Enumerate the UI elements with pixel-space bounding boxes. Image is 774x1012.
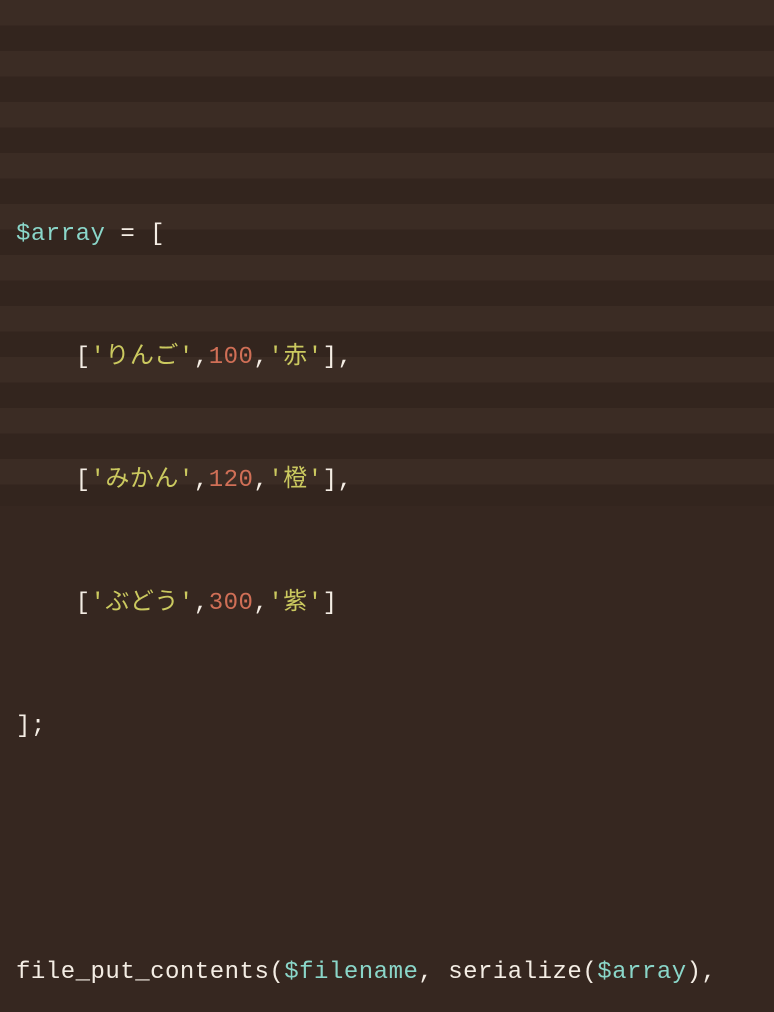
code-block: $array = [ ['りんご',100,'赤'], ['みかん',120,'… xyxy=(0,0,774,1012)
number-token: 300 xyxy=(209,592,254,616)
indent xyxy=(16,346,76,370)
function-token: file_put_contents xyxy=(16,961,269,985)
function-token: serialize xyxy=(448,961,582,985)
code-line xyxy=(16,824,774,875)
comma-token: , xyxy=(253,592,268,616)
bracket-token: [ xyxy=(76,469,91,493)
code-line xyxy=(16,86,774,137)
paren-token: ) xyxy=(687,961,702,985)
paren-token: ( xyxy=(269,961,284,985)
comma-token: , xyxy=(418,961,448,985)
comma-token: , xyxy=(253,346,268,370)
string-token: '赤' xyxy=(268,346,322,370)
indent xyxy=(16,469,76,493)
variable-token: $array xyxy=(16,223,105,247)
code-line: file_put_contents($filename, serialize($… xyxy=(16,947,774,998)
number-token: 100 xyxy=(209,346,254,370)
comma-token: , xyxy=(702,961,717,985)
comma-token: , xyxy=(338,469,353,493)
comma-token: , xyxy=(338,346,353,370)
variable-token: $array xyxy=(597,961,686,985)
string-token: '橙' xyxy=(268,469,322,493)
string-token: 'ぶどう' xyxy=(91,592,194,616)
bracket-token: ] xyxy=(323,592,338,616)
string-token: 'りんご' xyxy=(91,346,194,370)
comma-token: , xyxy=(194,346,209,370)
bracket-token: [ xyxy=(76,592,91,616)
code-line: ]; xyxy=(16,701,774,752)
indent xyxy=(16,592,76,616)
string-token: '紫' xyxy=(268,592,322,616)
bracket-token: ]; xyxy=(16,715,46,739)
comma-token: , xyxy=(253,469,268,493)
paren-token: ( xyxy=(582,961,597,985)
comma-token: , xyxy=(194,592,209,616)
code-line: ['みかん',120,'橙'], xyxy=(16,455,774,506)
number-token: 120 xyxy=(209,469,254,493)
operator-token: = xyxy=(105,223,150,247)
code-line: $array = [ xyxy=(16,209,774,260)
comma-token: , xyxy=(194,469,209,493)
bracket-token: [ xyxy=(150,223,165,247)
code-line: ['りんご',100,'赤'], xyxy=(16,332,774,383)
string-token: 'みかん' xyxy=(91,469,194,493)
bracket-token: ] xyxy=(323,346,338,370)
bracket-token: [ xyxy=(76,346,91,370)
bracket-token: ] xyxy=(323,469,338,493)
variable-token: $filename xyxy=(284,961,418,985)
code-line: ['ぶどう',300,'紫'] xyxy=(16,578,774,629)
